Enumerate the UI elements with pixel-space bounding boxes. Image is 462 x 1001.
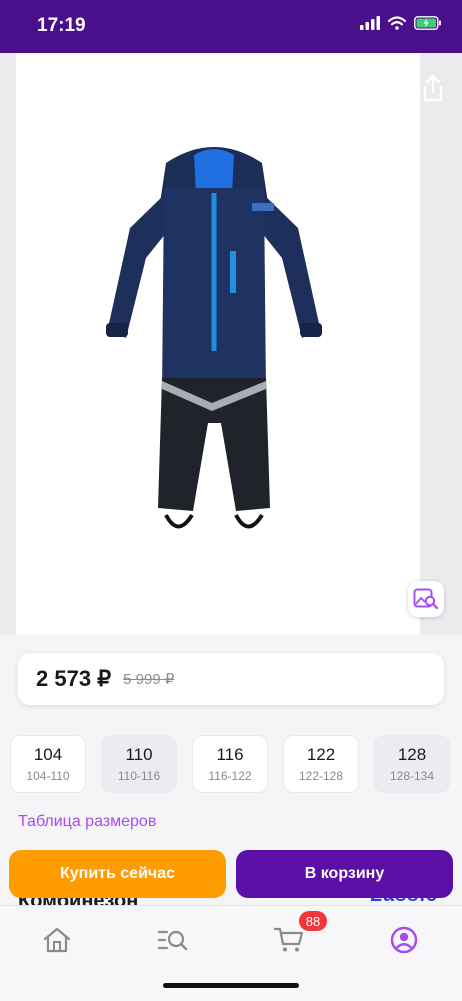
share-icon [423,74,443,102]
price-current: 2 573 ₽ [36,666,112,691]
status-time: 17:19 [37,15,86,36]
price-old: 5 999 ₽ [123,671,175,688]
size-table-link[interactable]: Таблица размеров [18,813,156,831]
size-option[interactable]: 104 104-110 [10,735,86,793]
product-photo[interactable] [16,53,420,635]
chevron-left-icon [22,75,36,101]
size-option[interactable]: 110 110-116 [101,735,177,793]
size-option[interactable]: 116 116-122 [192,735,268,793]
cart-badge: 88 [299,911,327,931]
size-label: 116 [216,745,244,764]
size-range: 116-122 [208,769,252,783]
size-label: 110 [125,745,153,764]
share-button[interactable] [416,71,450,105]
tab-profile[interactable] [384,920,424,960]
size-range: 122-128 [298,769,344,783]
tab-home[interactable] [37,920,77,960]
profile-icon [390,926,418,954]
signal-icon [360,16,380,30]
size-option[interactable]: 128 128-134 [374,735,450,793]
visual-search-button[interactable] [408,581,444,617]
size-range: 110-116 [117,769,161,783]
add-to-cart-button[interactable]: В корзину [236,850,453,898]
wifi-icon [388,16,406,30]
catalog-search-icon [158,930,188,951]
home-indicator [163,983,299,988]
home-icon [43,927,71,953]
heart-icon [363,75,391,101]
image-search-icon [413,588,439,610]
favorite-button[interactable] [360,71,394,105]
cta-row: Купить сейчас В корзину [0,843,462,905]
size-option[interactable]: 122 122-128 [283,735,359,793]
size-range: 104-110 [26,769,70,783]
size-label: 128 [397,745,427,764]
price-card: 2 573 ₽ 5 999 ₽ [18,653,444,705]
size-selector: 104 104-110 110 110-116 116 116-122 122 … [10,735,460,793]
tab-catalog[interactable] [153,920,193,960]
size-range: 128-134 [389,769,435,783]
status-icons [360,16,442,30]
status-bar: 17:19 [0,0,462,53]
snowsuit-image [106,147,322,529]
size-label: 122 [306,745,336,764]
buy-now-button[interactable]: Купить сейчас [9,850,226,898]
battery-charging-icon [414,16,441,30]
product-gallery[interactable] [0,53,462,635]
back-button[interactable] [12,71,46,105]
size-label: 104 [33,745,63,764]
cart-icon [274,927,304,952]
